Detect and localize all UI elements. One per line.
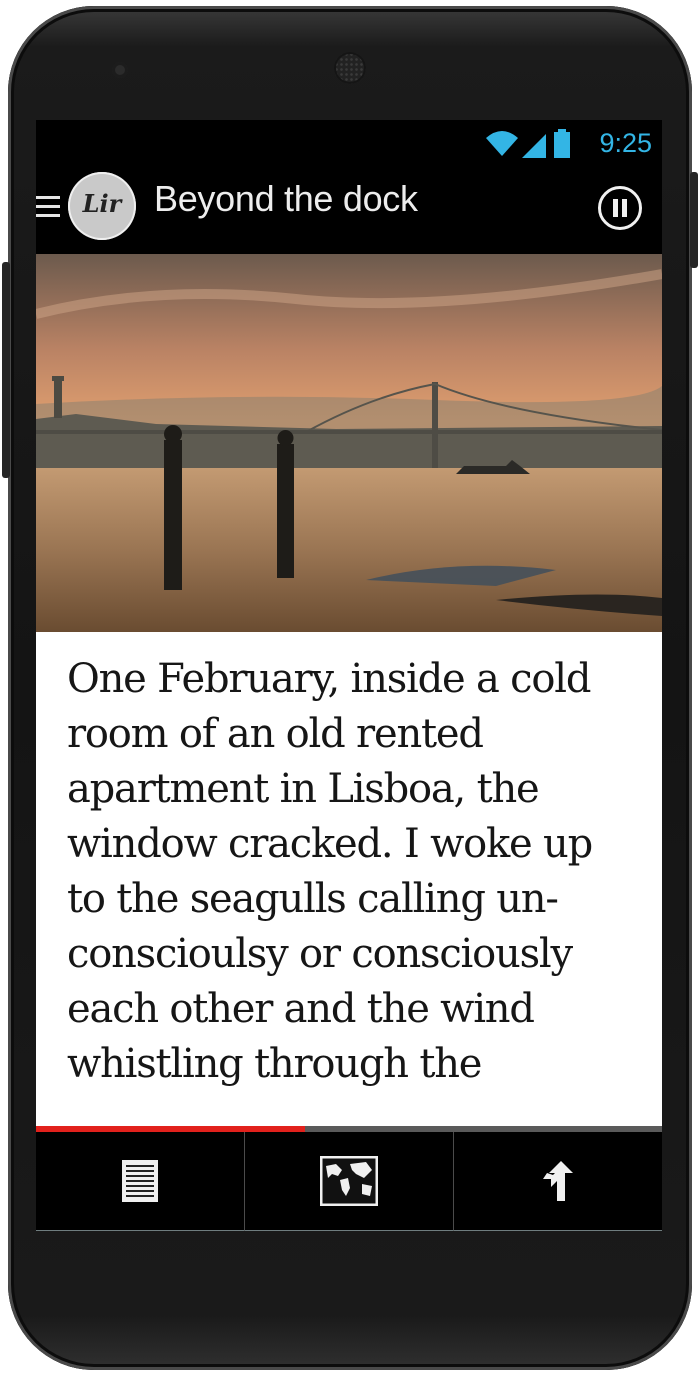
hero-photo bbox=[36, 254, 662, 632]
action-bar: Lir Beyond the dock bbox=[36, 170, 662, 254]
text-button[interactable] bbox=[36, 1132, 245, 1231]
volume-button[interactable] bbox=[2, 262, 10, 478]
power-button[interactable] bbox=[690, 172, 698, 268]
battery-icon bbox=[554, 129, 570, 158]
story-text: One February, inside a cold room of an o… bbox=[67, 656, 593, 1087]
cell-signal-icon bbox=[522, 134, 546, 158]
wifi-icon bbox=[486, 131, 518, 156]
bottom-navigation bbox=[36, 1132, 662, 1231]
pause-button[interactable] bbox=[598, 186, 642, 230]
clock: 9:25 bbox=[599, 128, 652, 158]
directions-button[interactable] bbox=[454, 1132, 662, 1231]
status-bar: 9:25 bbox=[36, 120, 662, 170]
map-button[interactable] bbox=[245, 1132, 454, 1231]
front-camera bbox=[112, 62, 128, 78]
earpiece-speaker bbox=[334, 52, 366, 84]
app-logo[interactable]: Lir bbox=[68, 172, 136, 240]
text-icon bbox=[122, 1160, 158, 1202]
story-reader[interactable]: One February, inside a cold room of an o… bbox=[36, 632, 662, 1126]
logo-text: Lir bbox=[82, 189, 122, 218]
map-icon bbox=[320, 1156, 378, 1206]
screen: 9:25 Lir Beyond the dock One February, i… bbox=[36, 120, 662, 1231]
menu-icon[interactable] bbox=[36, 192, 62, 222]
pause-icon bbox=[613, 199, 618, 217]
page-title: Beyond the dock bbox=[154, 178, 418, 219]
directions-icon bbox=[543, 1161, 573, 1201]
